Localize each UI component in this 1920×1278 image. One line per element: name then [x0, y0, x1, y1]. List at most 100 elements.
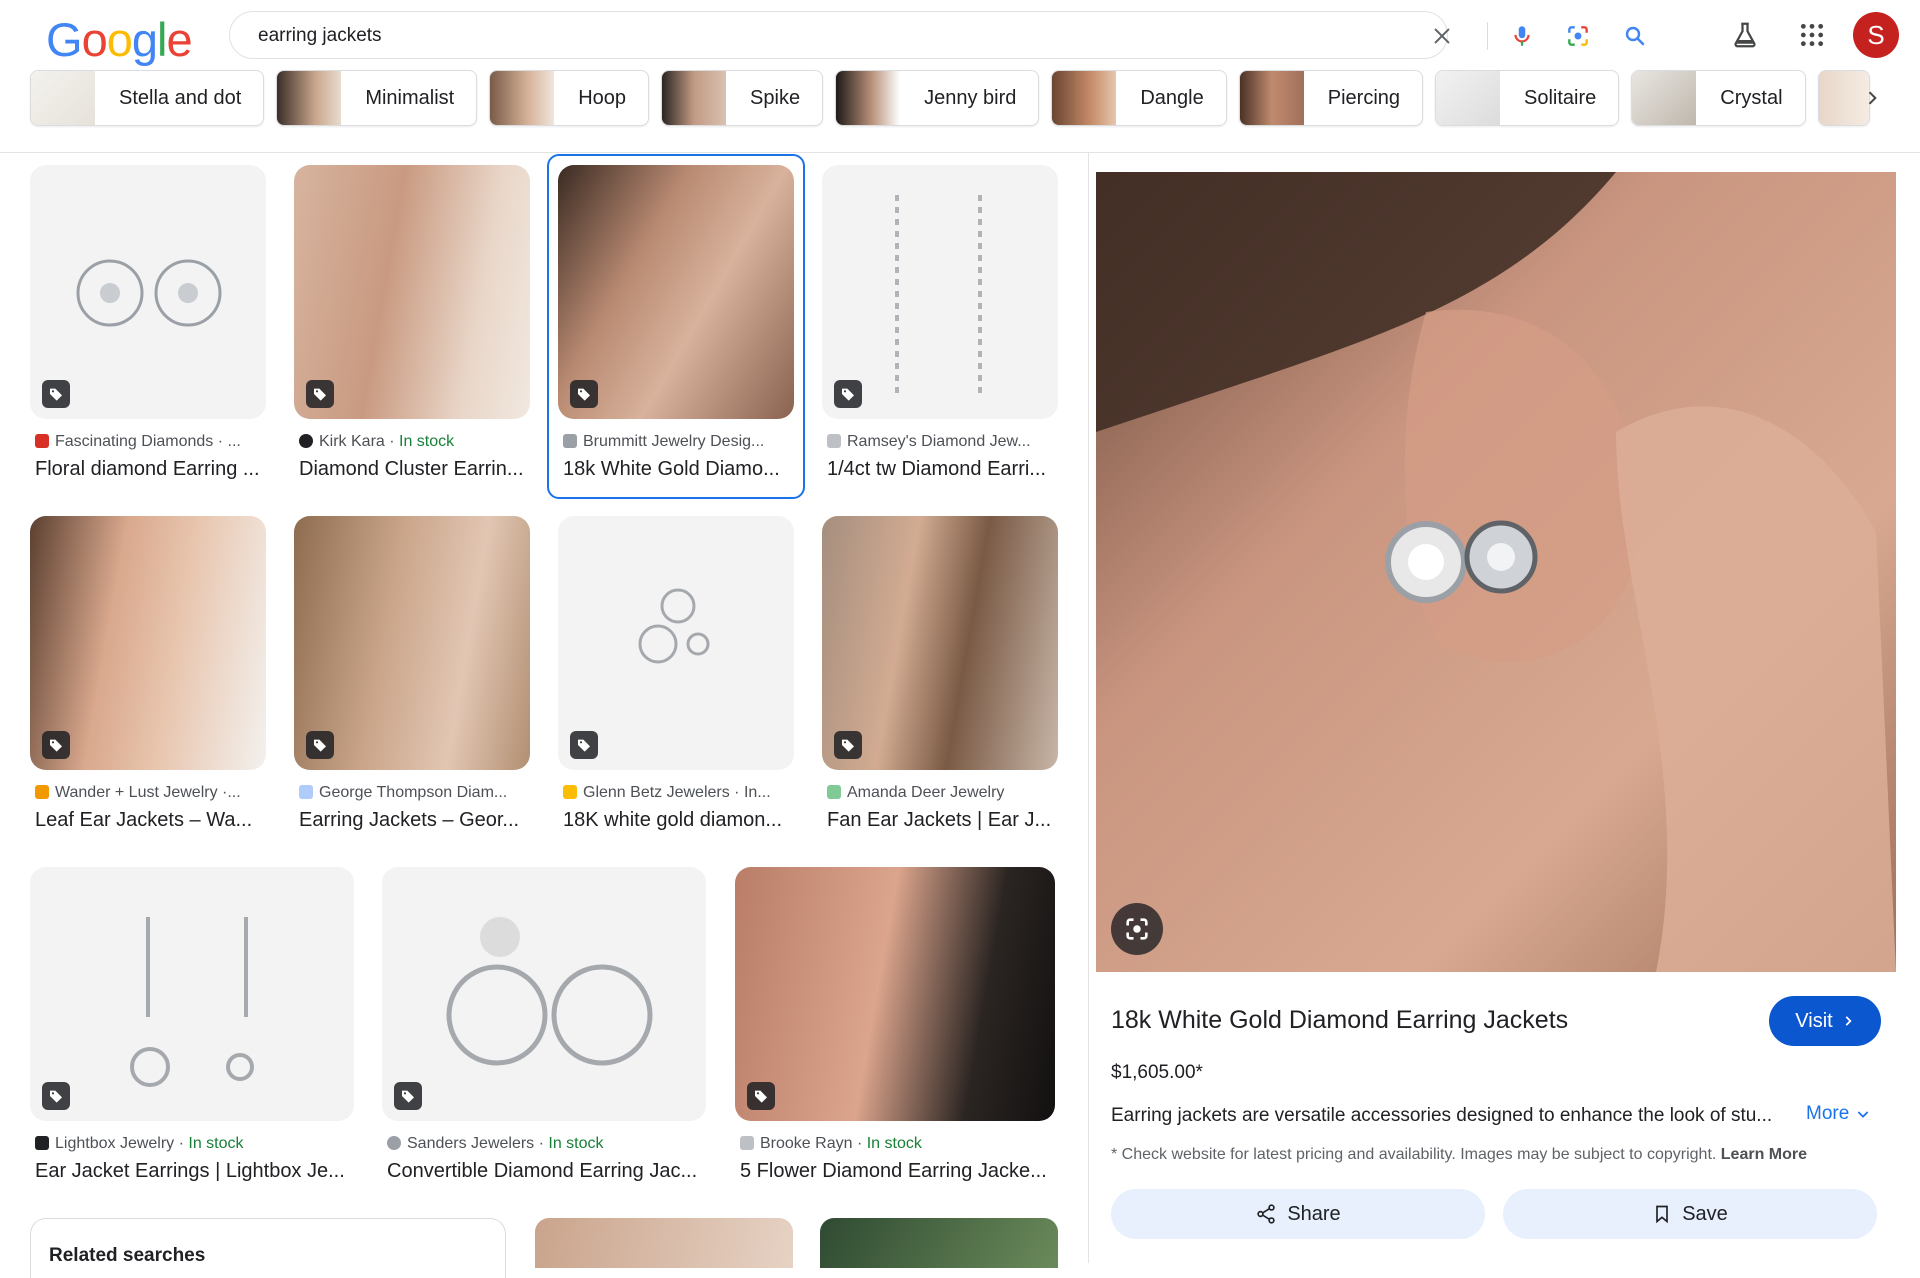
result-thumbnail-peek[interactable]	[820, 1218, 1058, 1268]
result-title[interactable]: 18k White Gold Diamo...	[563, 458, 793, 481]
chip-jenny-bird[interactable]: Jenny bird	[835, 70, 1040, 126]
chip-label: Minimalist	[365, 86, 455, 109]
result-title[interactable]: Ear Jacket Earrings | Lightbox Je...	[35, 1160, 355, 1183]
result-source: Brummitt Jewelry Desig...	[563, 433, 793, 451]
chip-thumbnail	[1052, 71, 1117, 125]
preview-title[interactable]: 18k White Gold Diamond Earring Jackets	[1111, 1006, 1568, 1035]
result-source: George Thompson Diam...	[299, 784, 529, 802]
chip-piercing[interactable]: Piercing	[1238, 70, 1424, 126]
related-searches-title: Related searches	[49, 1245, 206, 1266]
source-favicon	[299, 785, 313, 799]
source-favicon	[35, 434, 49, 448]
learn-more-link[interactable]: Learn More	[1721, 1146, 1807, 1163]
chip-thumbnail	[662, 71, 727, 125]
tag-icon	[42, 380, 70, 408]
chip-label: Solitaire	[1524, 86, 1597, 109]
chip-label: Spike	[750, 86, 801, 109]
result-source: Lightbox Jewelry · In stock	[35, 1135, 355, 1153]
tag-icon	[570, 380, 598, 408]
result-title[interactable]: Diamond Cluster Earrin...	[299, 458, 529, 481]
save-label: Save	[1682, 1202, 1728, 1225]
result-title[interactable]: Fan Ear Jackets | Ear J...	[827, 809, 1057, 832]
result-thumbnail	[735, 867, 1055, 1121]
source-favicon	[35, 785, 49, 799]
chip-stella-and-dot[interactable]: Stella and dot	[30, 70, 265, 126]
chip-label: Crystal	[1720, 86, 1783, 109]
visit-button[interactable]: Visit	[1769, 996, 1881, 1046]
visual-search-icon[interactable]	[1111, 903, 1163, 955]
chip-label: Piercing	[1327, 86, 1401, 109]
related-searches[interactable]: Related searches	[30, 1218, 506, 1278]
source-favicon	[387, 1136, 401, 1150]
chevron-right-icon	[1845, 1016, 1852, 1026]
filter-chips: Stella and dot Minimalist Hoop Spike Jen…	[30, 70, 1870, 126]
tag-icon	[394, 1082, 422, 1110]
source-favicon	[299, 434, 313, 448]
tag-icon	[42, 1082, 70, 1110]
search-box[interactable]: earring jackets	[229, 11, 1645, 59]
tag-icon	[834, 380, 862, 408]
description: Earring jackets are versatile accessorie…	[1111, 1105, 1773, 1126]
result-source: Amanda Deer Jewelry	[827, 784, 1057, 802]
source-favicon	[35, 1136, 49, 1150]
share-button[interactable]: Share	[1111, 1189, 1485, 1239]
chip-thumbnail	[1436, 71, 1501, 125]
google-logo[interactable]: Google	[46, 12, 193, 67]
result-source: Glenn Betz Jewelers · In...	[563, 784, 793, 802]
result-source: Ramsey's Diamond Jew...	[827, 433, 1057, 451]
chip-label: Stella and dot	[119, 86, 242, 109]
tag-icon	[834, 731, 862, 759]
result-title[interactable]: 1/4ct tw Diamond Earri...	[827, 458, 1057, 481]
chip-thumbnail	[31, 71, 95, 125]
disclaimer-text: * Check website for latest pricing and a…	[1111, 1146, 1717, 1163]
share-icon	[1257, 1204, 1276, 1224]
chip-spike[interactable]: Spike	[661, 70, 824, 126]
lens-icon[interactable]	[1562, 20, 1594, 52]
chip-minimalist[interactable]: Minimalist	[276, 70, 478, 126]
result-title[interactable]: Floral diamond Earring ...	[35, 458, 265, 481]
search-input[interactable]: earring jackets	[258, 25, 382, 47]
search-icon[interactable]	[1619, 20, 1651, 52]
visit-label: Visit	[1795, 1009, 1833, 1032]
result-title[interactable]: 18K white gold diamon...	[563, 809, 793, 832]
chip-solitaire[interactable]: Solitaire	[1435, 70, 1620, 126]
result-source: Fascinating Diamonds · ...	[35, 433, 265, 451]
account-avatar[interactable]: S	[1853, 12, 1899, 58]
share-label: Share	[1287, 1202, 1341, 1225]
source-favicon	[827, 785, 841, 799]
result-source: Brooke Rayn · In stock	[740, 1135, 1058, 1153]
clear-icon[interactable]	[1426, 20, 1458, 52]
more-label: More	[1806, 1103, 1850, 1124]
disclaimer: * Check website for latest pricing and a…	[1111, 1146, 1807, 1164]
result-thumbnail	[382, 867, 706, 1121]
result-title[interactable]: Leaf Ear Jackets – Wa...	[35, 809, 265, 832]
tag-icon	[306, 731, 334, 759]
labs-icon[interactable]	[1725, 12, 1765, 58]
chip-hoop[interactable]: Hoop	[489, 70, 650, 126]
preview-image[interactable]	[1096, 172, 1896, 972]
more-button[interactable]: More	[1806, 1103, 1871, 1125]
header: Google earring jackets S Stella and dot …	[0, 0, 1920, 153]
chip-crystal[interactable]: Crystal	[1631, 70, 1806, 126]
result-source: Wander + Lust Jewelry ·...	[35, 784, 265, 802]
chip-thumbnail	[1632, 71, 1697, 125]
chip-label: Hoop	[578, 86, 627, 109]
source-favicon	[827, 434, 841, 448]
save-button[interactable]: Save	[1503, 1189, 1877, 1239]
result-title[interactable]: Earring Jackets – Geor...	[299, 809, 529, 832]
chevron-right-icon[interactable]	[1852, 78, 1892, 118]
chevron-down-icon	[1858, 1111, 1869, 1118]
mic-icon[interactable]	[1506, 20, 1538, 52]
search-divider	[1487, 22, 1488, 50]
source-favicon	[740, 1136, 754, 1150]
result-thumbnail-peek[interactable]	[535, 1218, 793, 1268]
tag-icon	[747, 1082, 775, 1110]
source-favicon	[563, 434, 577, 448]
result-title[interactable]: 5 Flower Diamond Earring Jacke...	[740, 1160, 1058, 1183]
apps-icon[interactable]	[1792, 12, 1832, 58]
chip-dangle[interactable]: Dangle	[1051, 70, 1227, 126]
tag-icon	[306, 380, 334, 408]
result-source: Kirk Kara · In stock	[299, 433, 529, 451]
tag-icon	[570, 731, 598, 759]
result-title[interactable]: Convertible Diamond Earring Jac...	[387, 1160, 707, 1183]
